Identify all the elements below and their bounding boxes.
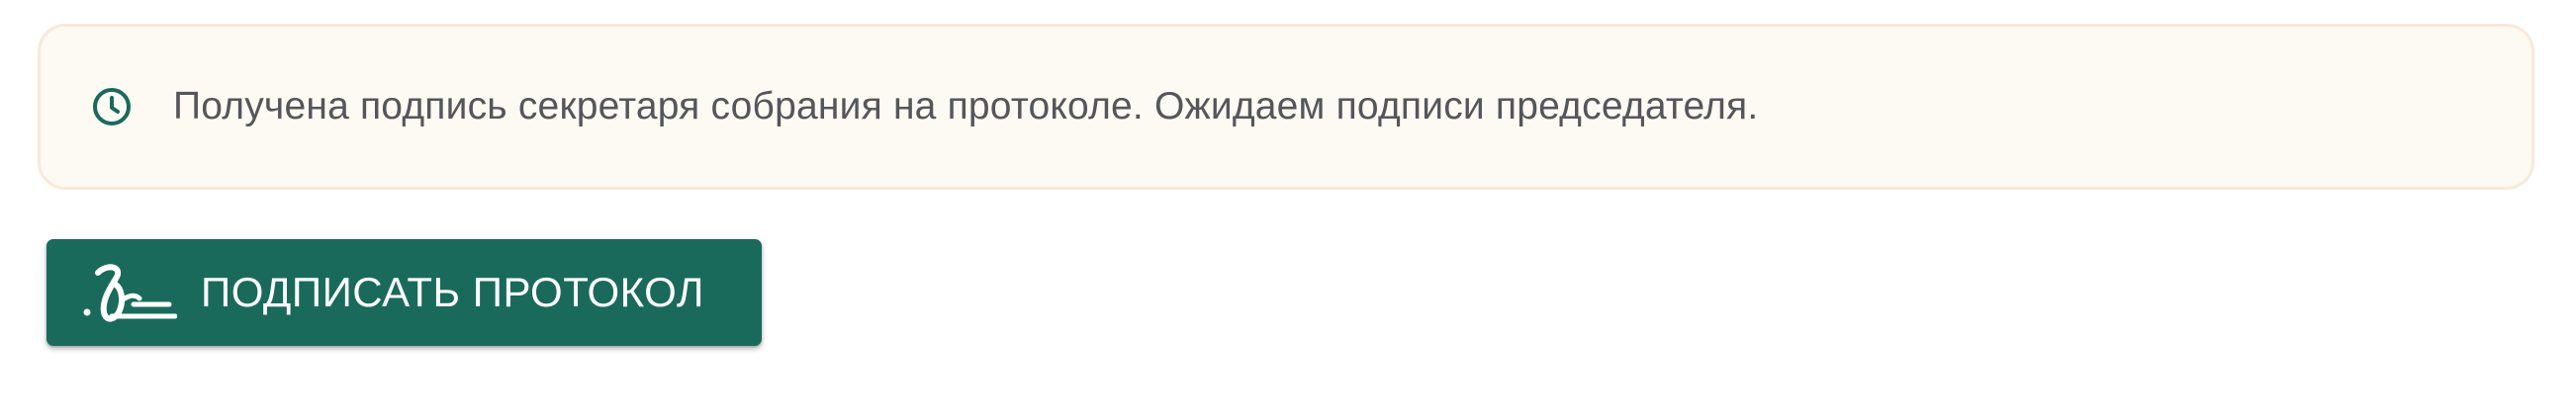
clock-icon (90, 85, 134, 128)
sign-protocol-button[interactable]: ПОДПИСАТЬ ПРОТОКОЛ (46, 239, 762, 346)
status-notice: Получена подпись секретаря собрания на п… (38, 24, 2534, 190)
signature-icon (82, 261, 178, 324)
sign-protocol-button-label: ПОДПИСАТЬ ПРОТОКОЛ (201, 269, 704, 315)
notice-message: Получена подпись секретаря собрания на п… (173, 85, 1759, 127)
